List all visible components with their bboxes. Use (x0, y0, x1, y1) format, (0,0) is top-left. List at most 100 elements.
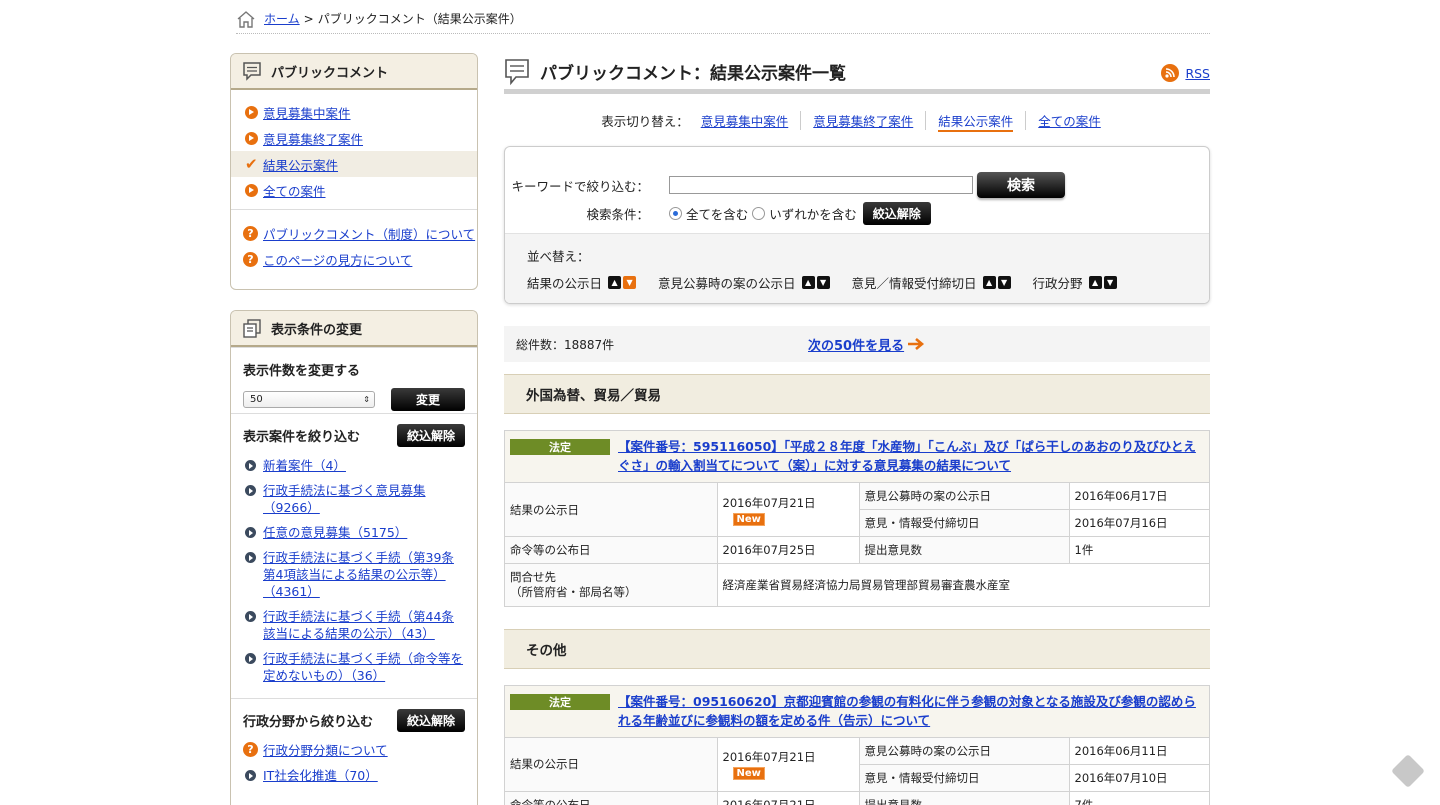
field-item[interactable]: IT社会化推進（70） (243, 763, 465, 788)
rss-label[interactable]: RSS (1185, 66, 1210, 81)
panel-header: パブリックコメント (231, 54, 477, 90)
filter-link[interactable]: 新着案件（4） (263, 457, 346, 474)
radio-any-label: いずれかを含む (769, 206, 857, 222)
sort-asc-icon[interactable]: ▲ (801, 276, 815, 289)
field-help-link[interactable]: 行政分野分類について (263, 742, 388, 759)
help-link[interactable]: このページの見方について (263, 250, 412, 269)
case-header: 法定 【案件番号：595116050】「平成２８年度「水産物」「こんぶ」及び「ぱ… (505, 431, 1209, 482)
filter-link[interactable]: 行政手続法に基づく手続（第44条該当による結果の公示）（43） (263, 608, 465, 642)
filter-link[interactable]: 行政手続法に基づく手続（第39条第4項該当による結果の公示等）（4361） (263, 549, 465, 600)
category-header: その他 (504, 628, 1210, 669)
rss-link[interactable]: RSS (1161, 64, 1210, 82)
question-icon: ? (243, 742, 258, 757)
result-count-bar: 総件数：18887件 次の50件を見る (504, 326, 1210, 362)
breadcrumb: ホーム > パブリックコメント（結果公示案件） (236, 4, 1210, 34)
page-top-icon[interactable] (1391, 754, 1425, 788)
count-title: 表示件数を変更する (243, 364, 361, 379)
field-title: 行政分野から絞り込む (243, 715, 374, 730)
filter-item[interactable]: 行政手続法に基づく手続（第44条該当による結果の公示）（43） (243, 604, 465, 646)
count-select[interactable]: 50 ⇕ (243, 391, 375, 408)
filter-link[interactable]: 行政手続法に基づく手続（命令等を定めないもの）（36） (263, 650, 465, 684)
condition-row: 検索条件： 全てを含む いずれかを含む 絞込解除 (505, 199, 1209, 227)
breadcrumb-separator: > (303, 11, 314, 26)
help-item-system[interactable]: ? パブリックコメント（制度）について (231, 220, 477, 246)
filter-item[interactable]: 行政手続法に基づく意見募集（9266） (243, 478, 465, 520)
switch-results[interactable]: 結果公示案件 (938, 113, 1014, 132)
sort-label: 並べ替え： (527, 249, 590, 264)
filter-item[interactable]: 任意の意見募集（5175） (243, 520, 465, 545)
total-count: 総件数：18887件 (516, 337, 615, 352)
arrow-bullet-icon (245, 527, 256, 538)
draft-date-label: 意見公募時の案の公示日 (858, 482, 1069, 510)
sort-field: 行政分野 ▲ ▼ (1033, 273, 1117, 292)
switch-closed[interactable]: 意見募集終了案件 (800, 110, 925, 130)
sort-asc-icon[interactable]: ▲ (608, 276, 622, 289)
deadline-value: 2016年07月16日 (1068, 509, 1209, 537)
sidebar-item-all[interactable]: 全ての案件 (231, 177, 477, 203)
radio-all[interactable] (669, 206, 682, 220)
arrow-right-icon (908, 338, 925, 350)
deadline-label: 意見・情報受付締切日 (858, 763, 1069, 791)
contact-value: 経済産業省貿易経済協力局貿易管理部貿易審査農水産室 (716, 563, 1209, 606)
search-button[interactable]: 検索 (977, 172, 1065, 198)
next-page-label[interactable]: 次の50件を見る (808, 335, 904, 354)
breadcrumb-home-link[interactable]: ホーム (264, 10, 300, 27)
contact-label: 問合せ先 （所管府省・部局名等） (505, 563, 717, 606)
next-page-link[interactable]: 次の50件を見る (808, 335, 925, 354)
case-item: 法定 【案件番号：095160620】京都迎賓館の参観の有料化に伴う参観の対象と… (504, 684, 1210, 805)
sidebar-item-label[interactable]: 結果公示案件 (263, 155, 338, 174)
case-title-link[interactable]: 【案件番号：095160620】京都迎賓館の参観の有料化に伴う参観の対象となる施… (618, 692, 1201, 730)
sort-asc-icon[interactable]: ▲ (982, 276, 996, 289)
sort-desc-icon[interactable]: ▼ (1103, 276, 1117, 289)
page-title: パブリックコメント：結果公示案件一覧 (540, 64, 846, 84)
public-comment-nav-panel: パブリックコメント 意見募集中案件 意見募集終了案件 ✔ 結果公示案件 全ての案件… (230, 53, 478, 290)
filter-item[interactable]: 行政手続法に基づく手続（第39条第4項該当による結果の公示等）（4361） (243, 545, 465, 604)
switch-label: 表示切り替え： (601, 113, 689, 129)
sidebar-item-closed[interactable]: 意見募集終了案件 (231, 125, 477, 151)
field-link[interactable]: IT社会化推進（70） (263, 767, 378, 784)
list-settings-icon (243, 319, 261, 338)
field-help-item[interactable]: ? 行政分野分類について (243, 738, 465, 763)
rss-icon (1161, 64, 1180, 82)
opinions-label: 提出意見数 (858, 790, 1069, 805)
filter-section: 表示案件を絞り込む 絞込解除 新着案件（4） 行政手続法に基づく意見募集（926… (231, 413, 477, 698)
case-info-table: 結果の公示日 2016年07月21日 New 意見公募時の案の公示日 2016年0… (505, 482, 1209, 606)
sidebar-item-label[interactable]: 意見募集終了案件 (263, 129, 363, 148)
keyword-input[interactable] (669, 176, 973, 194)
filter-link[interactable]: 任意の意見募集（5175） (263, 524, 407, 541)
contact-label-line1: 問合せ先 (510, 569, 556, 584)
promulgation-value: 2016年07月21日 (716, 790, 859, 805)
help-link[interactable]: パブリックコメント（制度）について (263, 224, 475, 243)
condition-clear-button[interactable]: 絞込解除 (862, 201, 931, 225)
deadline-label: 意見・情報受付締切日 (858, 509, 1069, 537)
change-button[interactable]: 変更 (391, 388, 465, 411)
arrow-bullet-icon (245, 653, 256, 664)
help-item-howto[interactable]: ? このページの見方について (231, 246, 477, 272)
sort-desc-icon[interactable]: ▼ (997, 276, 1011, 289)
case-title-link[interactable]: 【案件番号：595116050】「平成２８年度「水産物」「こんぶ」及び「ぱら干し… (618, 437, 1201, 475)
sort-draft-date: 意見公募時の案の公示日 ▲ ▼ (658, 273, 830, 292)
sidebar-item-results[interactable]: ✔ 結果公示案件 (231, 151, 477, 177)
sidebar-item-label[interactable]: 意見募集中案件 (263, 103, 351, 122)
field-clear-button[interactable]: 絞込解除 (396, 709, 465, 732)
keyword-label: キーワードで絞り込む： (511, 178, 649, 194)
panel-title: パブリックコメント (271, 65, 389, 81)
sidebar-item-open[interactable]: 意見募集中案件 (231, 99, 477, 125)
filter-link[interactable]: 行政手続法に基づく意見募集（9266） (263, 482, 465, 516)
filter-item[interactable]: 行政手続法に基づく手続（命令等を定めないもの）（36） (243, 646, 465, 688)
sort-asc-icon[interactable]: ▲ (1088, 276, 1102, 289)
switch-open[interactable]: 意見募集中案件 (689, 111, 801, 130)
draft-date-value: 2016年06月17日 (1068, 482, 1209, 510)
radio-any[interactable] (752, 206, 766, 220)
switch-all[interactable]: 全ての案件 (1025, 110, 1113, 130)
result-date-cell: 2016年07月21日 New (716, 736, 859, 791)
updown-icon: ⇕ (363, 395, 370, 404)
category-header: 外国為替、貿易／貿易 (504, 374, 1210, 414)
sort-desc-icon[interactable]: ▼ (623, 276, 637, 289)
sort-desc-icon[interactable]: ▼ (816, 276, 830, 289)
home-icon (237, 10, 255, 28)
sidebar-item-label[interactable]: 全ての案件 (263, 181, 326, 200)
filter-title: 表示案件を絞り込む (243, 430, 361, 445)
filter-item[interactable]: 新着案件（4） (243, 453, 465, 478)
filter-clear-button[interactable]: 絞込解除 (396, 424, 465, 447)
